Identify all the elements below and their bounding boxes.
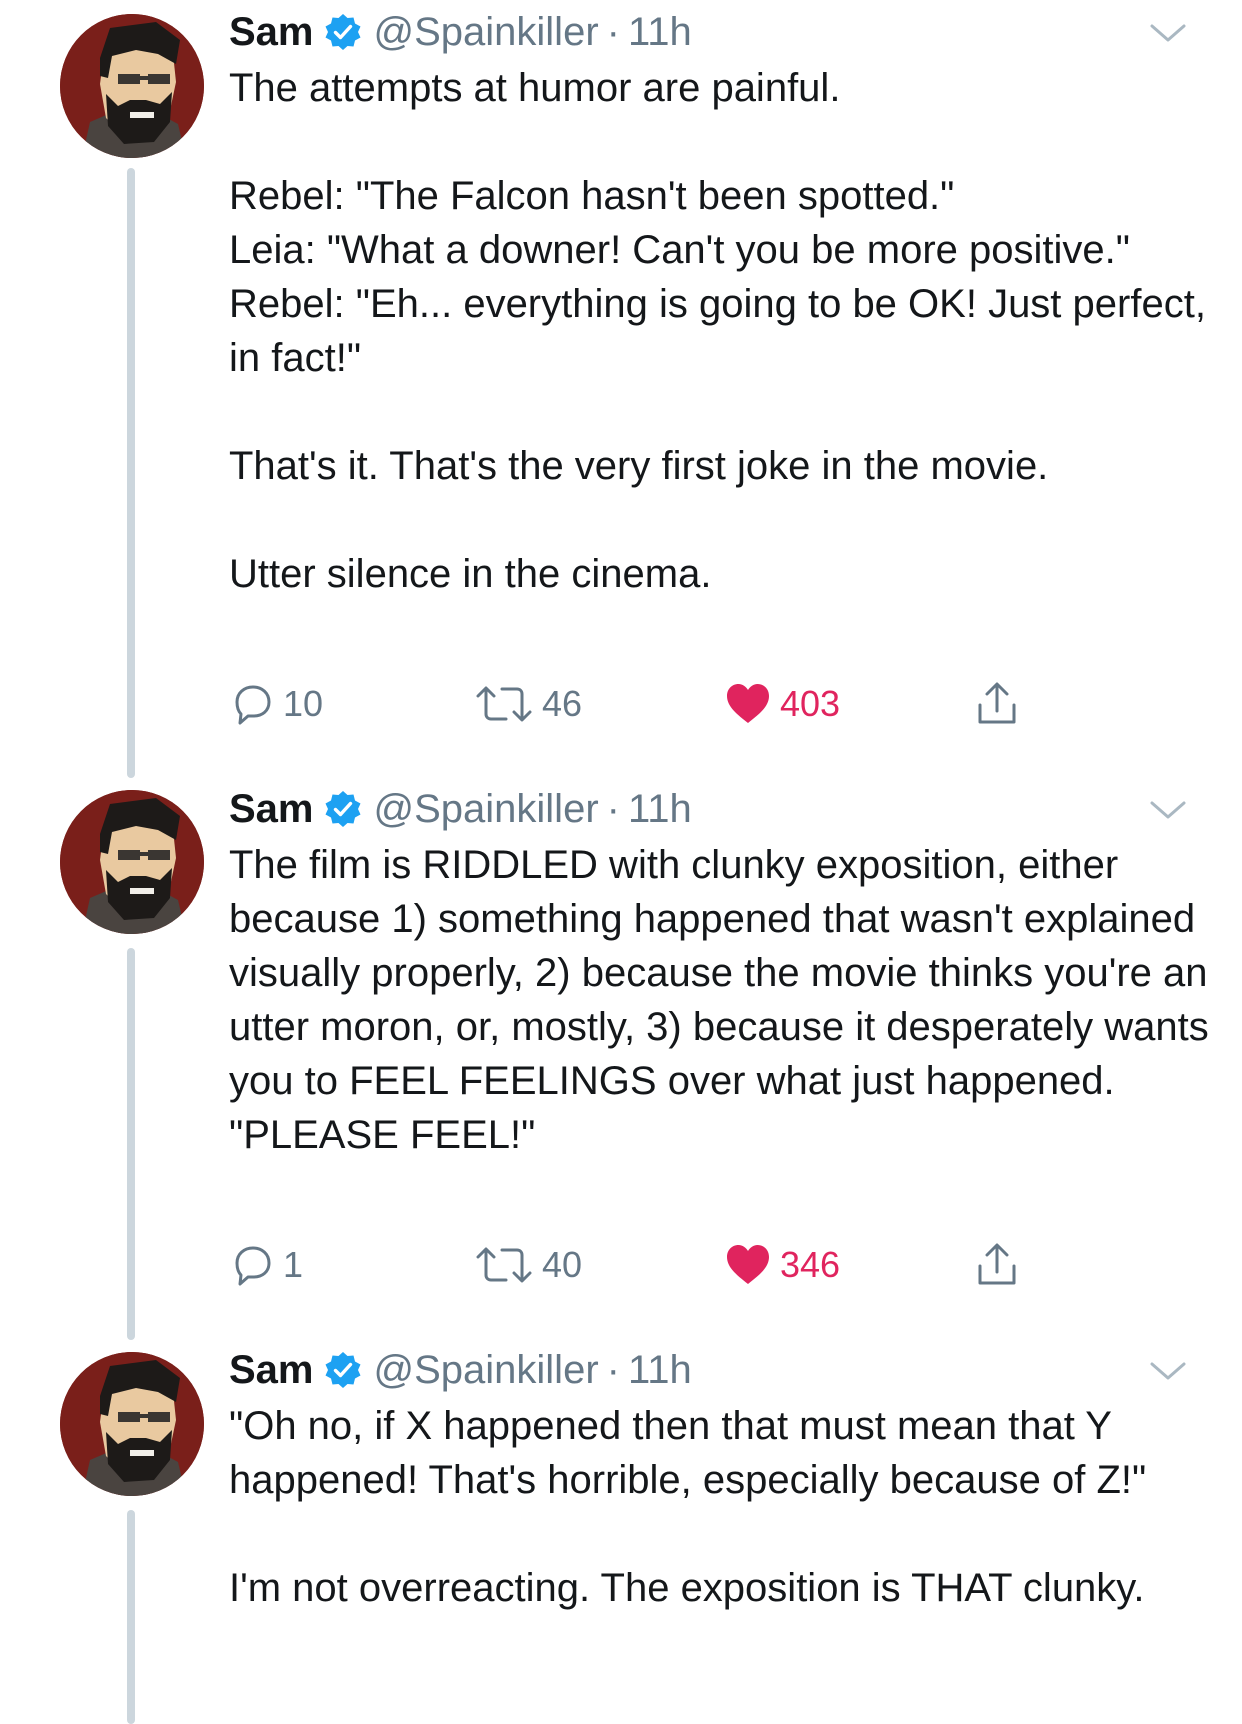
reply-count: 1 [283,1244,304,1285]
retweet-button[interactable]: 40 [474,1237,582,1293]
tweet-text: "Oh no, if X happened then that must mea… [229,1404,1147,1610]
display-name[interactable]: Sam [229,1348,314,1393]
timestamp[interactable]: 11h [628,787,692,832]
like-count: 346 [780,1244,841,1285]
user-handle[interactable]: @Spainkiller [374,1348,599,1393]
like-count: 403 [780,683,841,724]
share-icon [978,682,1016,724]
retweet-button[interactable]: 46 [474,676,582,732]
avatar[interactable] [60,1352,204,1496]
tweet-header: Sam @Spainkiller · 11h [229,6,692,58]
chevron-down-icon[interactable] [1148,1358,1188,1386]
heart-icon [727,684,769,723]
retweet-icon [476,1247,532,1283]
avatar-image [60,1352,204,1496]
tweet-text: The attempts at humor are painful. Rebel… [229,66,1206,596]
share-icon [978,1243,1016,1285]
thread-line [127,948,135,1340]
share-button[interactable] [974,1237,1020,1293]
tweet-text: The film is RIDDLED with clunky expositi… [229,843,1220,1157]
user-handle[interactable]: @Spainkiller [374,787,599,832]
like-button[interactable]: 346 [724,1237,840,1293]
reply-button[interactable]: 10 [229,676,323,732]
avatar-image [60,790,204,934]
avatar-image [60,14,204,158]
avatar[interactable] [60,790,204,934]
timestamp[interactable]: 11h [628,10,692,55]
retweet-count: 40 [542,1244,583,1285]
retweet-count: 46 [542,683,583,724]
chevron-down-icon[interactable] [1148,797,1188,825]
thread-line [127,168,135,778]
user-handle[interactable]: @Spainkiller [374,10,599,55]
verified-badge-icon [324,790,362,828]
tweet-actions: 1 40 346 [229,1237,1129,1293]
separator-dot: · [606,1347,620,1392]
display-name[interactable]: Sam [229,10,314,55]
chevron-down-icon[interactable] [1148,20,1188,48]
timestamp[interactable]: 11h [628,1348,692,1393]
heart-icon [727,1245,769,1284]
avatar[interactable] [60,14,204,158]
verified-badge-icon [324,1351,362,1389]
like-button[interactable]: 403 [724,676,840,732]
reply-bubble-icon [235,685,271,725]
retweet-icon [476,686,532,722]
reply-bubble-icon [235,1246,271,1286]
tweet-header: Sam @Spainkiller · 11h [229,783,692,835]
tweet-actions: 10 46 403 [229,676,1129,732]
share-button[interactable] [974,676,1020,732]
verified-badge-icon [324,13,362,51]
separator-dot: · [606,9,620,54]
reply-count: 10 [283,683,324,724]
separator-dot: · [606,786,620,831]
tweet-header: Sam @Spainkiller · 11h [229,1344,692,1396]
display-name[interactable]: Sam [229,787,314,832]
reply-button[interactable]: 1 [229,1237,303,1293]
thread-line [127,1510,135,1724]
